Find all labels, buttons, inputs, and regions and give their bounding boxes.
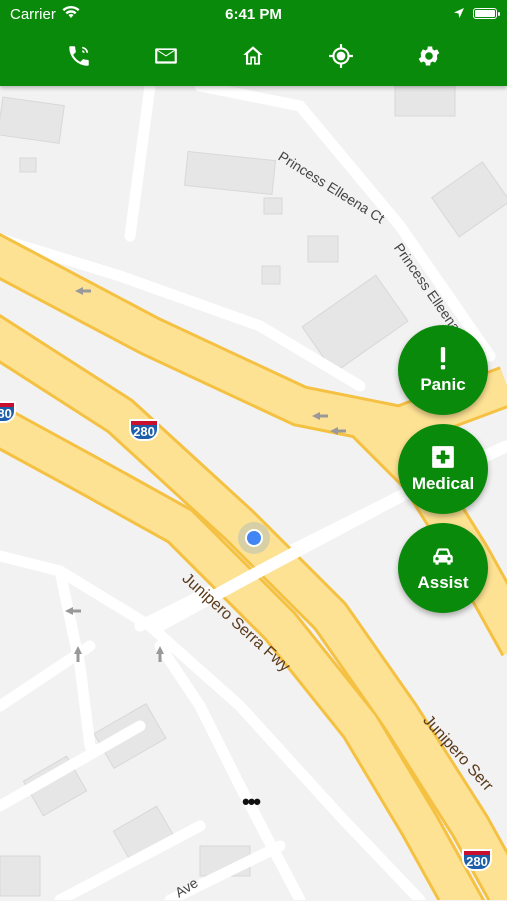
call-button[interactable] [59,36,99,76]
exclamation-icon [440,347,446,370]
interstate-shield: 280 [462,849,492,871]
clock: 6:41 PM [225,6,282,23]
medical-button[interactable]: Medical [398,424,488,514]
battery-icon [473,8,500,19]
status-bar: Carrier 6:41 PM [0,0,507,28]
locate-button[interactable] [321,36,361,76]
mail-button[interactable] [146,36,186,76]
assist-button[interactable]: Assist [398,523,488,613]
home-icon [243,46,263,65]
current-location-marker [238,522,270,554]
home-button[interactable] [233,36,273,76]
toolbar [0,36,507,76]
panic-button[interactable]: Panic [398,325,488,415]
app-header: Carrier 6:41 PM [0,0,507,86]
gps-target-icon [329,44,353,68]
mail-icon [155,48,177,64]
medical-label: Medical [411,474,475,493]
more-options-button[interactable]: ••• [242,791,261,813]
panic-label: Panic [420,375,466,394]
medical-cross-icon [432,446,454,468]
phone-call-icon [69,46,89,66]
assist-label: Assist [417,573,469,592]
car-icon [433,548,453,565]
settings-button[interactable] [409,36,449,76]
location-arrow-icon [453,6,465,23]
interstate-shield: 280 [129,419,159,441]
settings-icon [418,46,440,66]
